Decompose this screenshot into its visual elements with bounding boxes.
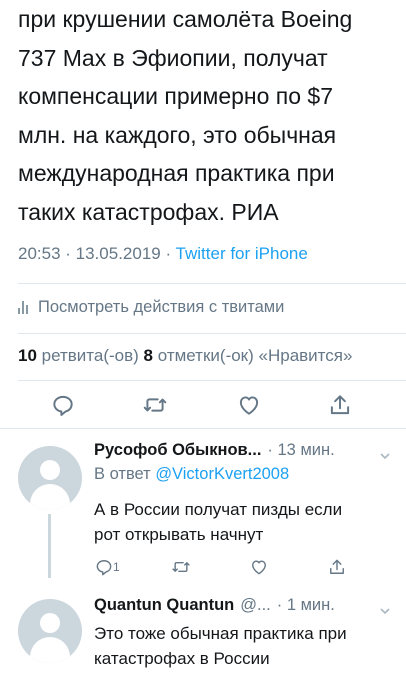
reply-icon[interactable] [94,557,114,577]
reply-time: · 1 мин. [276,596,335,614]
heart-icon[interactable] [249,557,269,577]
reply-author-name[interactable]: Quantun Quantun [94,596,234,615]
avatar[interactable] [18,599,82,663]
share-icon[interactable] [327,557,347,577]
reply-text-line: Это тоже обычная практика при [94,624,347,643]
reply-text: А в России получат пизды если рот открыв… [94,497,342,547]
like-count[interactable]: 8 [144,346,153,365]
view-activity-link[interactable]: Посмотреть действия с твитами [18,298,284,317]
chevron-down-icon[interactable] [380,602,390,615]
reply-text-line: рот открывать начнут [94,525,264,544]
tweet-text-line: компенсации примерно по $7 [18,83,334,109]
bar-chart-icon [18,301,28,314]
tweet-action-bar [0,390,406,420]
reply-header: Русофоб Обыкнов... · 13 мин. [94,441,392,460]
divider [18,283,406,284]
reply-action-bar: 1 [0,557,406,579]
reply-count: 1 [113,560,120,574]
tweet-source-link[interactable]: Twitter for iPhone [176,244,308,263]
reply-header: Quantun Quantun @... · 1 мин. [94,596,392,615]
retweet-icon[interactable] [142,392,168,418]
tweet-time: 20:53 · 13.05.2019 · [18,244,176,263]
tweet-timestamp: 20:53 · 13.05.2019 · Twitter for iPhone [18,244,308,264]
reply-to-line: В ответ @VictorKvert2008 [94,465,289,484]
retweet-count[interactable]: 10 [18,346,37,365]
reply-text: Это тоже обычная практика при катастрофа… [94,621,347,671]
chevron-down-icon[interactable] [380,447,390,460]
divider [0,428,406,429]
divider [18,380,406,381]
reply-icon[interactable] [50,392,76,418]
tweet-text-line: таких катастрофах. РИА [18,198,279,225]
divider [18,333,406,334]
reply-text-line: катастрофах в России [94,649,270,668]
retweet-icon[interactable] [171,557,191,577]
reply-handle[interactable]: @... [240,596,271,615]
heart-icon[interactable] [236,392,262,418]
tweet-text-line: 737 Max в Эфиопии, получат [18,44,328,71]
tweet-text-line: международная практика при [18,160,335,186]
tweet-stats: 10 ретвита(-ов) 8 отметки(-ок) «Нравится… [18,346,406,366]
view-activity-label: Посмотреть действия с твитами [38,298,285,316]
share-icon[interactable] [327,392,353,418]
tweet-text: при крушении самолёта Boeing 737 Max в Э… [18,0,406,231]
reply-author-name[interactable]: Русофоб Обыкнов... [94,441,261,460]
tweet-text-line: при крушении самолёта Boeing [18,6,353,32]
reply-to-mention[interactable]: @VictorKvert2008 [155,465,289,483]
like-label[interactable]: отметки(-ок) «Нравится» [153,346,353,365]
retweet-label[interactable]: ретвита(-ов) [37,346,144,365]
tweet-text-line: млн. на каждого, это обычная [18,121,337,148]
reply-text-line: А в России получат пизды если [94,500,343,519]
reply-to-prefix: В ответ [94,465,156,483]
reply-time: · 13 мин. [267,441,335,459]
avatar[interactable] [18,446,82,510]
